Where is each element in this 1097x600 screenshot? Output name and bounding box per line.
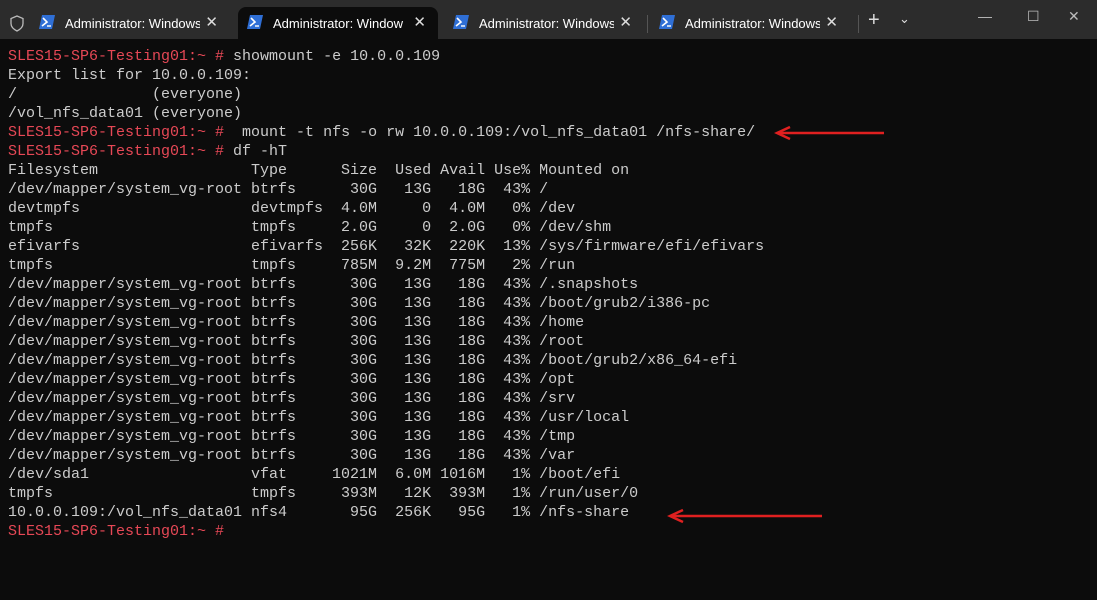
arrow-icon xyxy=(667,508,822,524)
annotation-arrows xyxy=(667,125,884,524)
arrow-icon xyxy=(774,125,884,141)
